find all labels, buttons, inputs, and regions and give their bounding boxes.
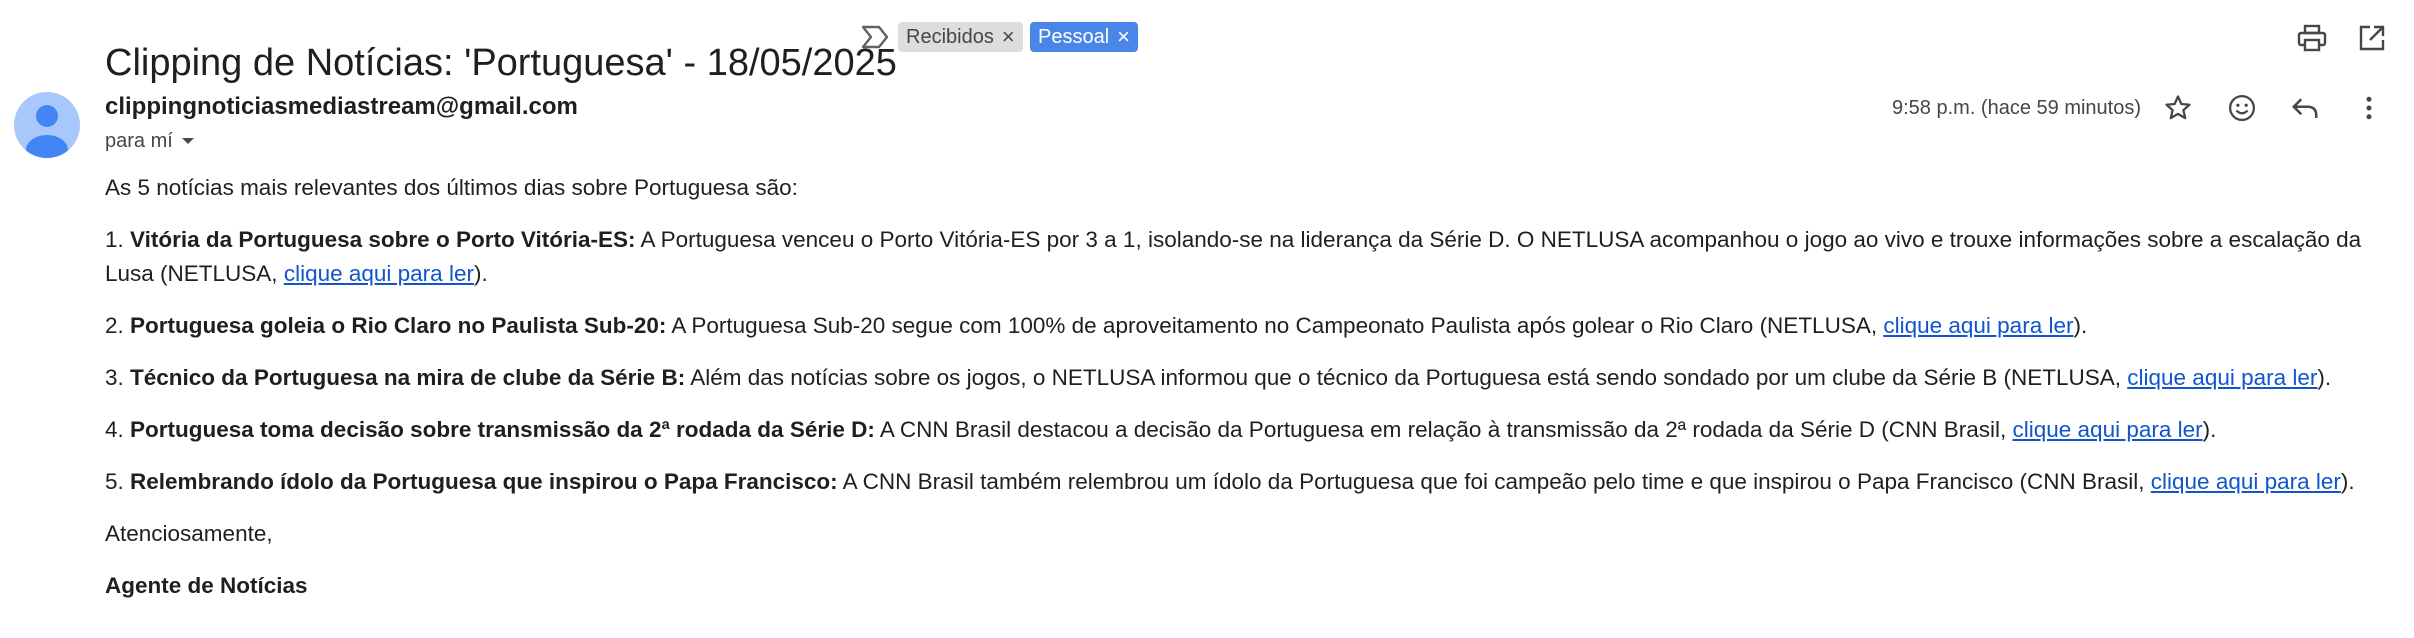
item-number: 5. xyxy=(105,469,131,494)
item-number: 3. xyxy=(105,365,131,390)
news-item-3: 3. Técnico da Portuguesa na mira de club… xyxy=(105,361,2395,395)
news-item-text: A Portuguesa Sub-20 segue com 100% de ap… xyxy=(666,313,1884,338)
news-item-title: Vitória da Portuguesa sobre o Porto Vitó… xyxy=(130,227,636,252)
more-options-icon[interactable] xyxy=(2349,88,2389,128)
label-recibidos-text: Recibidos xyxy=(906,26,994,48)
sender-email[interactable]: clippingnoticiasmediastream@gmail.com xyxy=(105,92,578,122)
open-in-new-window-icon[interactable] xyxy=(2352,20,2392,56)
news-item-text: A CNN Brasil destacou a decisão da Portu… xyxy=(874,417,2013,442)
news-item-title: Portuguesa toma decisão sobre transmissã… xyxy=(130,417,875,442)
item-number: 4. xyxy=(105,417,131,442)
news-item-title: Portuguesa goleia o Rio Claro no Paulist… xyxy=(130,313,667,338)
chevron-down-icon xyxy=(181,138,194,144)
email-body: As 5 notícias mais relevantes dos último… xyxy=(105,171,2395,621)
news-item-2: 2. Portuguesa goleia o Rio Claro no Paul… xyxy=(105,309,2395,343)
reply-icon[interactable] xyxy=(2285,88,2325,128)
remove-label-recibidos-icon[interactable]: × xyxy=(1002,22,1015,52)
signature: Agente de Notícias xyxy=(105,569,2395,603)
print-icon[interactable] xyxy=(2292,20,2332,56)
email-subject: Clipping de Notícias: 'Portuguesa' - 18/… xyxy=(105,42,897,85)
read-more-link[interactable]: clique aqui para ler xyxy=(1883,313,2073,338)
news-item-title: Relembrando ídolo da Portuguesa que insp… xyxy=(130,469,838,494)
label-pessoal-text: Pessoal xyxy=(1038,26,1110,48)
label-chip-pessoal[interactable]: Pessoal × xyxy=(1030,22,1139,52)
emoji-reaction-icon[interactable] xyxy=(2222,88,2262,128)
news-item-end: ). xyxy=(2340,469,2355,494)
read-more-link[interactable]: clique aqui para ler xyxy=(2013,417,2203,442)
closing-text: Atenciosamente, xyxy=(105,521,273,546)
item-number: 2. xyxy=(105,313,131,338)
news-item-end: ). xyxy=(473,261,488,286)
news-item-end: ). xyxy=(2202,417,2217,442)
remove-label-pessoal-icon[interactable]: × xyxy=(1117,22,1130,52)
importance-marker-icon[interactable] xyxy=(860,23,890,51)
star-icon[interactable] xyxy=(2158,88,2198,128)
message-timestamp: 9:58 p.m. (hace 59 minutos) xyxy=(1892,97,2142,119)
sender-avatar[interactable] xyxy=(14,92,80,158)
label-chip-recibidos[interactable]: Recibidos × xyxy=(898,22,1023,52)
recipient-text: para mí xyxy=(105,130,173,152)
news-item-end: ). xyxy=(2073,313,2088,338)
news-item-4: 4. Portuguesa toma decisão sobre transmi… xyxy=(105,413,2395,447)
news-item-1: 1. Vitória da Portuguesa sobre o Porto V… xyxy=(105,223,2395,291)
read-more-link[interactable]: clique aqui para ler xyxy=(2151,469,2341,494)
read-more-link[interactable]: clique aqui para ler xyxy=(2127,365,2317,390)
recipients-toggle[interactable]: para mí xyxy=(105,128,195,154)
intro-paragraph: As 5 notícias mais relevantes dos último… xyxy=(105,175,798,200)
read-more-link[interactable]: clique aqui para ler xyxy=(284,261,474,286)
news-item-title: Técnico da Portuguesa na mira de clube d… xyxy=(130,365,686,390)
news-item-text: Além das notícias sobre os jogos, o NETL… xyxy=(685,365,2128,390)
news-item-text: A CNN Brasil também relembrou um ídolo d… xyxy=(837,469,2151,494)
news-item-end: ). xyxy=(2317,365,2332,390)
item-number: 1. xyxy=(105,227,131,252)
signature-name: Agente de Notícias xyxy=(105,573,308,598)
news-item-5: 5. Relembrando ídolo da Portuguesa que i… xyxy=(105,465,2395,499)
